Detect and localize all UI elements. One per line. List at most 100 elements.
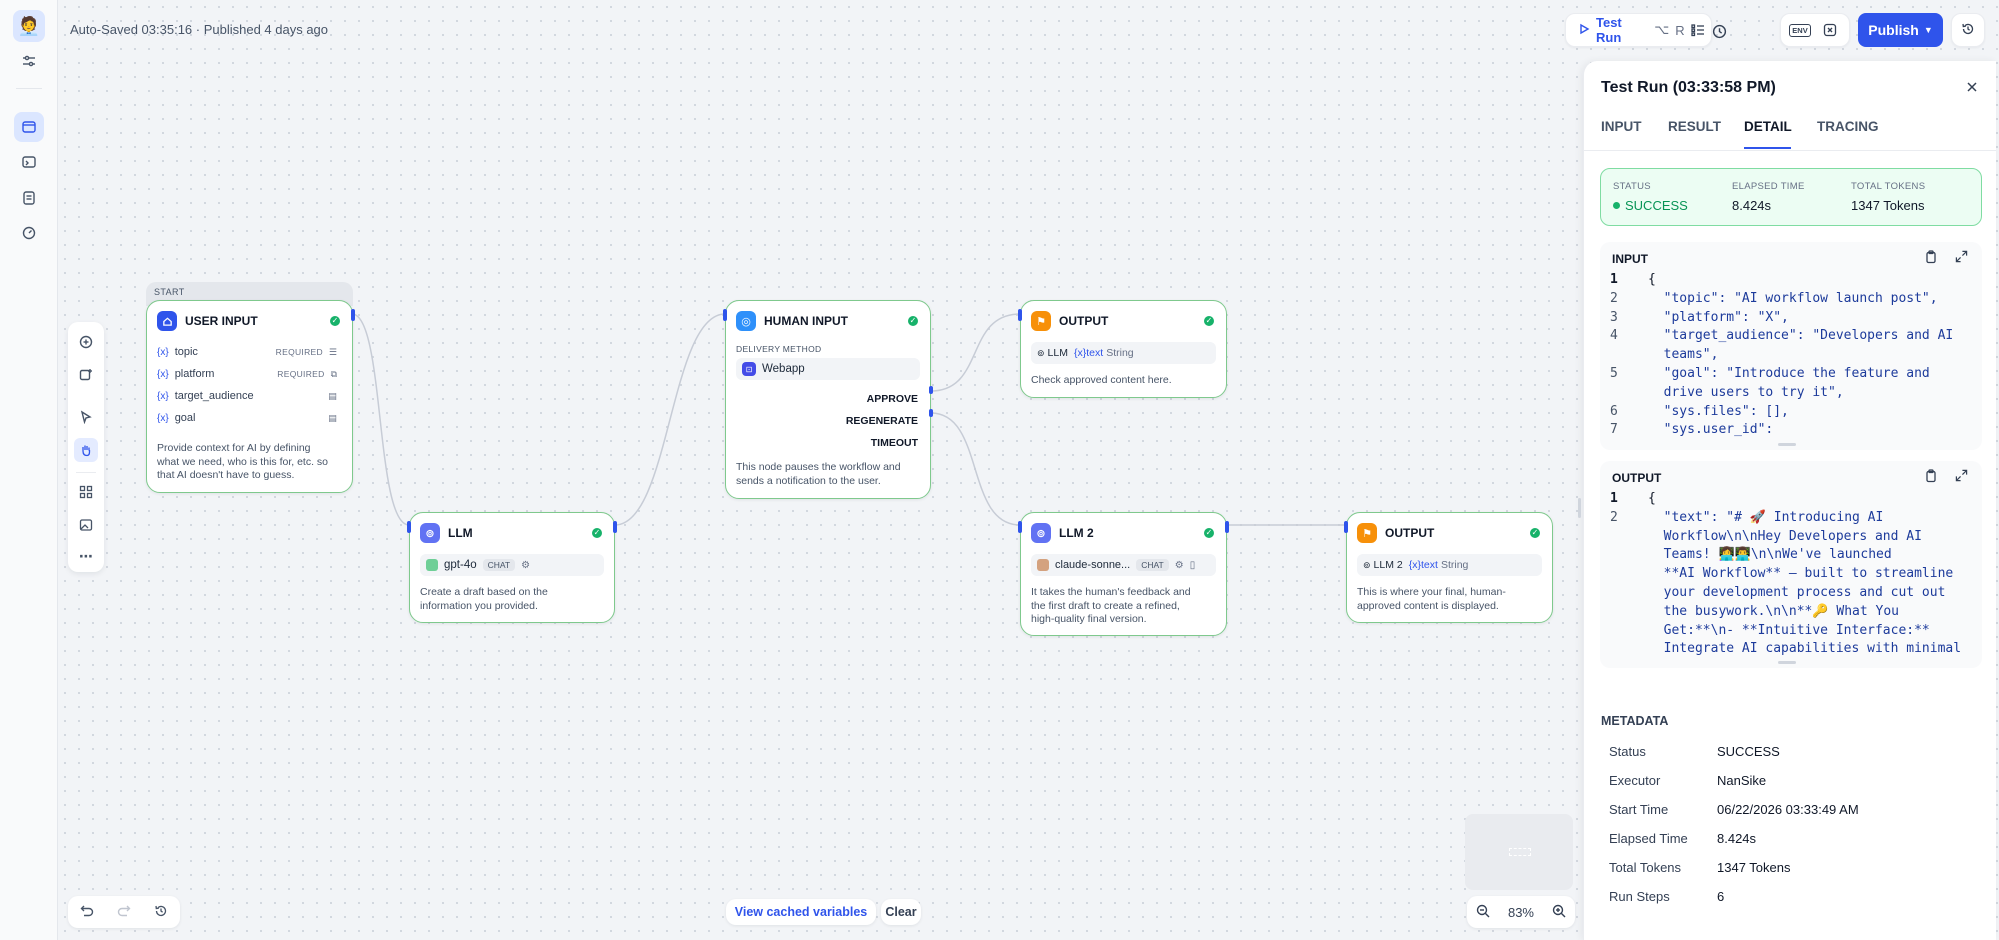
zoom-out-icon[interactable]: [1476, 904, 1490, 921]
input-json-code[interactable]: 1 { 2 "topic": "AI workflow launch post"…: [1600, 271, 1982, 441]
close-icon[interactable]: [1966, 81, 1978, 96]
restore-history-icon: [1961, 22, 1975, 39]
clear-button[interactable]: Clear: [881, 899, 921, 925]
node-header: ⊚ LLM: [420, 523, 473, 543]
input-port[interactable]: [1018, 521, 1022, 533]
minimap-image-icon[interactable]: [74, 513, 98, 537]
output-json-code[interactable]: 1 { 2 "text": "# 🚀 Introducing AI Workfl…: [1600, 490, 1982, 660]
tab-input[interactable]: INPUT: [1601, 119, 1642, 134]
panel-resize-handle[interactable]: [1578, 498, 1581, 518]
node-user-input[interactable]: USER INPUT ✓ {x} topic REQUIRED ☰ {x} pl…: [146, 300, 355, 493]
publish-button[interactable]: Publish ▼: [1858, 13, 1943, 47]
approve-port[interactable]: [929, 386, 933, 394]
code-line: "sys.user_id":: [1648, 422, 1774, 438]
input-port[interactable]: [407, 521, 411, 533]
history-clock-icon[interactable]: [1705, 17, 1733, 45]
organize-blocks-icon[interactable]: [74, 480, 98, 504]
desc-line: the first draft to create a refined,: [1031, 599, 1180, 612]
hand-pan-icon[interactable]: [74, 438, 98, 462]
input-port[interactable]: [1018, 309, 1022, 321]
node-title: OUTPUT: [1059, 314, 1109, 328]
output-variable[interactable]: ⊚ LLM {x}text String: [1031, 342, 1216, 364]
tab-detail[interactable]: DETAIL: [1744, 119, 1792, 134]
model-selector[interactable]: gpt-4o CHAT ⚙: [420, 554, 604, 576]
input-port[interactable]: [1344, 521, 1348, 533]
meta-label-start-time: Start Time: [1609, 802, 1669, 817]
output-port[interactable]: [1225, 521, 1229, 533]
zoom-level[interactable]: 83%: [1508, 905, 1534, 920]
add-node-icon[interactable]: [74, 330, 98, 354]
workflow-orchestrate-icon[interactable]: [14, 112, 44, 142]
output-block-title: OUTPUT: [1612, 471, 1662, 485]
code-line: drive users to try it",: [1648, 384, 1844, 400]
change-history-icon[interactable]: [154, 904, 168, 921]
tools-divider: [76, 472, 96, 473]
metadata-title: METADATA: [1601, 714, 1669, 728]
node-llm-2[interactable]: ⊚ LLM 2 ✓ claude-sonne... CHAT ⚙ ▯ It ta…: [1018, 512, 1229, 636]
tab-tracing[interactable]: TRACING: [1817, 119, 1879, 134]
view-cached-variables-button[interactable]: View cached variables: [726, 899, 876, 925]
version-history-button[interactable]: [1951, 13, 1985, 47]
api-terminal-icon[interactable]: [14, 147, 44, 177]
test-run-button[interactable]: Test Run ⌥ R: [1566, 15, 1685, 45]
expand-icon[interactable]: [1955, 250, 1968, 266]
panel-title: Test Run (03:33:58 PM): [1601, 79, 1776, 96]
variables-x-icon[interactable]: [1817, 16, 1843, 44]
llm-source-icon: ⊚: [1037, 347, 1045, 358]
variable-topic[interactable]: {x} topic REQUIRED ☰: [157, 346, 337, 358]
status-dot-icon: [1613, 202, 1620, 209]
redo-icon[interactable]: [117, 904, 131, 921]
output-port[interactable]: [351, 309, 355, 321]
scroll-handle[interactable]: [1778, 661, 1796, 664]
paragraph-type-icon: ▤: [328, 390, 337, 401]
autosave-status: Auto-Saved 03:35:16 · Published 4 days a…: [70, 22, 329, 37]
copy-icon[interactable]: [1924, 469, 1938, 486]
node-output-2[interactable]: ⚑ OUTPUT ✓ ⊚ LLM 2 {x}text String This i…: [1344, 512, 1553, 623]
monitoring-gauge-icon[interactable]: [14, 218, 44, 248]
variable-x-icon: {x}: [157, 346, 169, 358]
line-number: 1: [1610, 272, 1618, 287]
zoom-in-icon[interactable]: [1552, 904, 1566, 921]
regenerate-port[interactable]: [929, 409, 933, 417]
input-port[interactable]: [723, 309, 727, 321]
app-avatar-icon[interactable]: 🧑‍💼: [13, 10, 45, 42]
logs-document-icon[interactable]: [14, 183, 44, 213]
undo-icon[interactable]: [80, 904, 94, 921]
output-variable[interactable]: ⊚ LLM 2 {x}text String: [1357, 554, 1542, 576]
copy-icon[interactable]: [1924, 250, 1938, 267]
required-badge: REQUIRED: [275, 347, 323, 357]
success-check-icon: ✓: [330, 316, 340, 326]
tab-result[interactable]: RESULT: [1668, 119, 1721, 134]
env-button[interactable]: ENV: [1787, 16, 1813, 44]
node-human-input[interactable]: ◎ HUMAN INPUT ✓ DELIVERY METHOD ⊡ Webapp…: [723, 300, 933, 499]
success-check-icon: ✓: [1530, 528, 1540, 538]
expand-icon[interactable]: [1955, 469, 1968, 485]
scroll-handle[interactable]: [1778, 443, 1796, 446]
node-header: ⚑ OUTPUT: [1031, 311, 1108, 331]
variable-target-audience[interactable]: {x} target_audience ▤: [157, 390, 337, 402]
variable-goal[interactable]: {x} goal ▤: [157, 412, 337, 424]
more-options-icon[interactable]: ⋯: [74, 544, 98, 568]
pointer-icon[interactable]: [74, 405, 98, 429]
settings-sliders-icon[interactable]: [14, 46, 44, 76]
node-llm[interactable]: ⊚ LLM ✓ gpt-4o CHAT ⚙ Create a draft bas…: [407, 512, 617, 623]
meta-label-executor: Executor: [1609, 773, 1661, 788]
variable-x-icon: {x}: [157, 368, 169, 380]
delivery-method-webapp[interactable]: ⊡ Webapp: [736, 358, 920, 380]
desc-line: that AI doesn't have to guess.: [157, 469, 295, 482]
output-port[interactable]: [613, 521, 617, 533]
variable-platform[interactable]: {x} platform REQUIRED ⧉: [157, 368, 337, 380]
line-number: 6: [1610, 403, 1618, 419]
code-line: Workflow\n\nHey Developers and AI: [1648, 528, 1922, 544]
add-note-icon[interactable]: [74, 363, 98, 387]
node-description: It takes the human's feedback and the fi…: [1031, 586, 1191, 627]
model-selector[interactable]: claude-sonne... CHAT ⚙ ▯: [1031, 554, 1216, 576]
webapp-robot-icon: ⊡: [742, 362, 756, 376]
node-title: OUTPUT: [1385, 526, 1435, 540]
minimap[interactable]: [1465, 814, 1573, 890]
node-output-1[interactable]: ⚑ OUTPUT ✓ ⊚ LLM {x}text String Check ap…: [1018, 300, 1227, 398]
desc-line: what we need, who is this for, etc. so: [157, 455, 329, 468]
test-run-toolbar: Test Run ⌥ R: [1565, 13, 1712, 47]
line-number: 7: [1610, 422, 1618, 438]
zoom-controls: 83%: [1467, 896, 1575, 928]
